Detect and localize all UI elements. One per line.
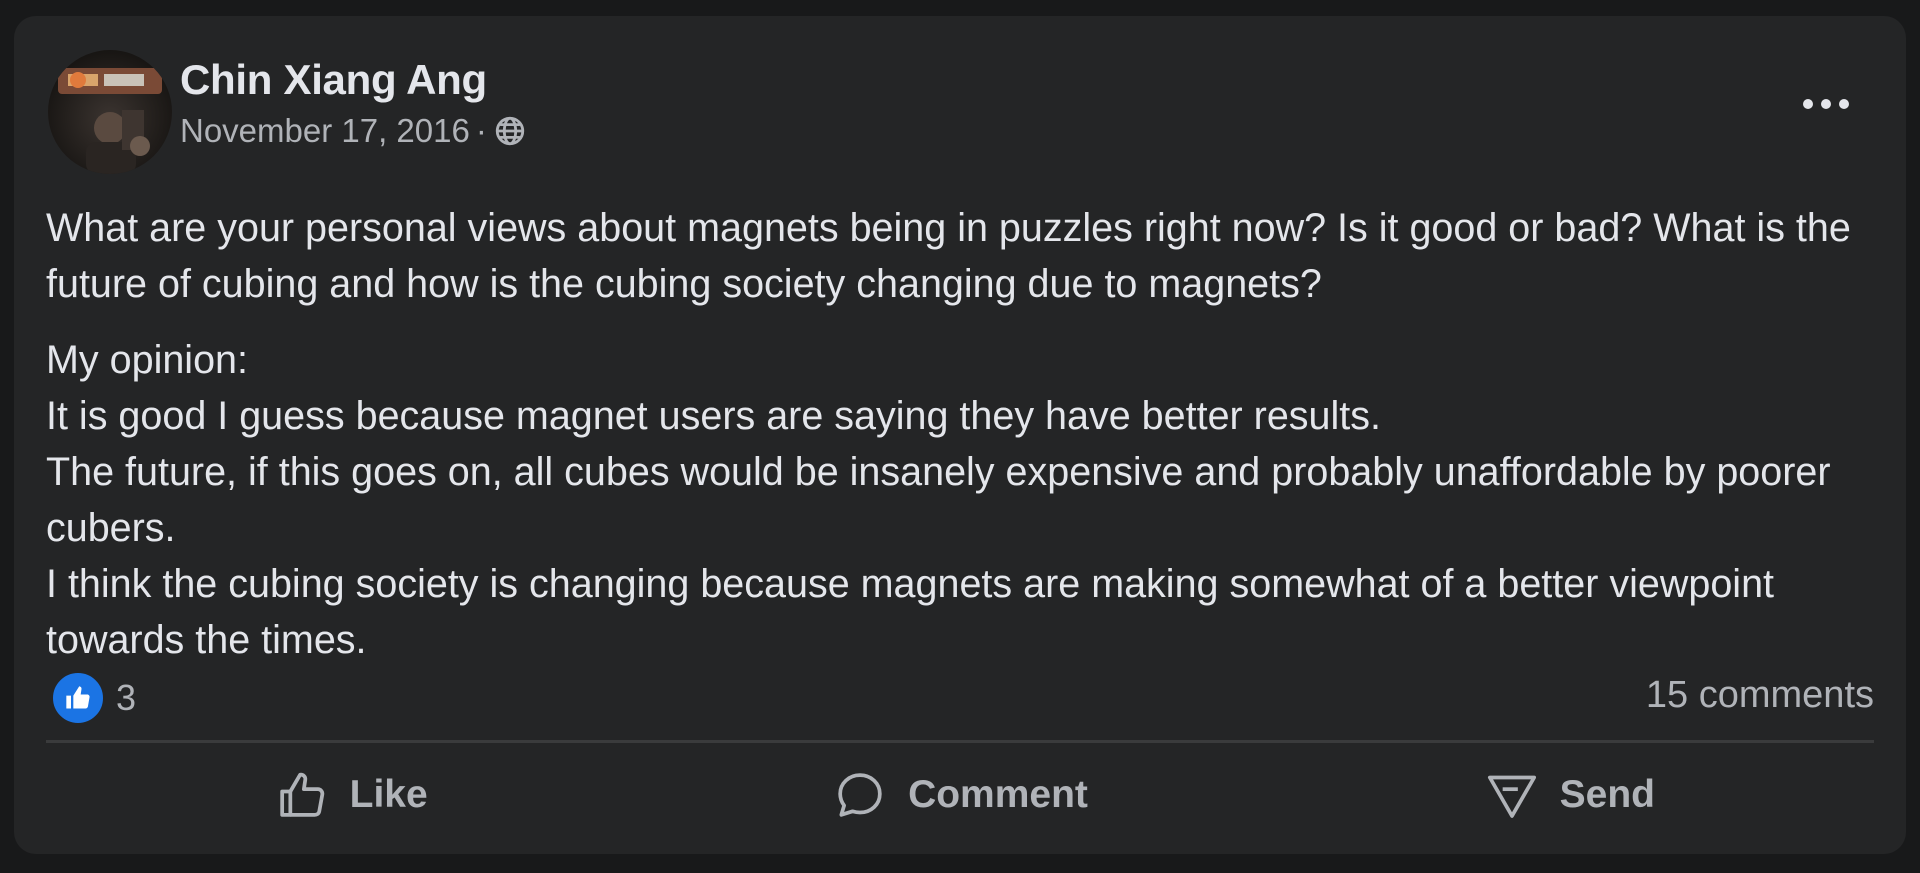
send-button[interactable]: Send [1265,750,1874,840]
post-paragraph: What are your personal views about magne… [46,206,1851,306]
post-date[interactable]: November 17, 2016 [180,112,470,150]
like-reaction-icon [50,670,106,726]
post-body: What are your personal views about magne… [46,200,1876,688]
post-paragraph: My opinion: It is good I guess because m… [46,338,1831,662]
send-icon [1487,775,1536,818]
comment-button[interactable]: Comment [655,750,1264,840]
avatar[interactable] [48,50,172,174]
post-card: Chin Xiang Ang November 17, 2016 · What … [14,16,1906,854]
post-meta: November 17, 2016 · [180,112,527,150]
more-options-icon[interactable] [1798,86,1854,122]
meta-separator: · [475,112,487,149]
like-button[interactable]: Like [46,750,655,840]
divider [46,740,1874,743]
reaction-count: 3 [116,677,137,718]
action-bar: Like Comment Send [46,750,1874,840]
comment-bubble-icon [838,773,882,817]
globe-icon [493,114,527,148]
author-name[interactable]: Chin Xiang Ang [180,56,487,104]
like-label: Like [349,773,428,816]
send-label: Send [1559,773,1655,816]
reaction-summary[interactable]: 3 [50,670,136,726]
comments-count-link[interactable]: 15 comments [1646,674,1874,717]
comment-label: Comment [908,773,1088,816]
thumbs-up-icon [279,772,324,817]
